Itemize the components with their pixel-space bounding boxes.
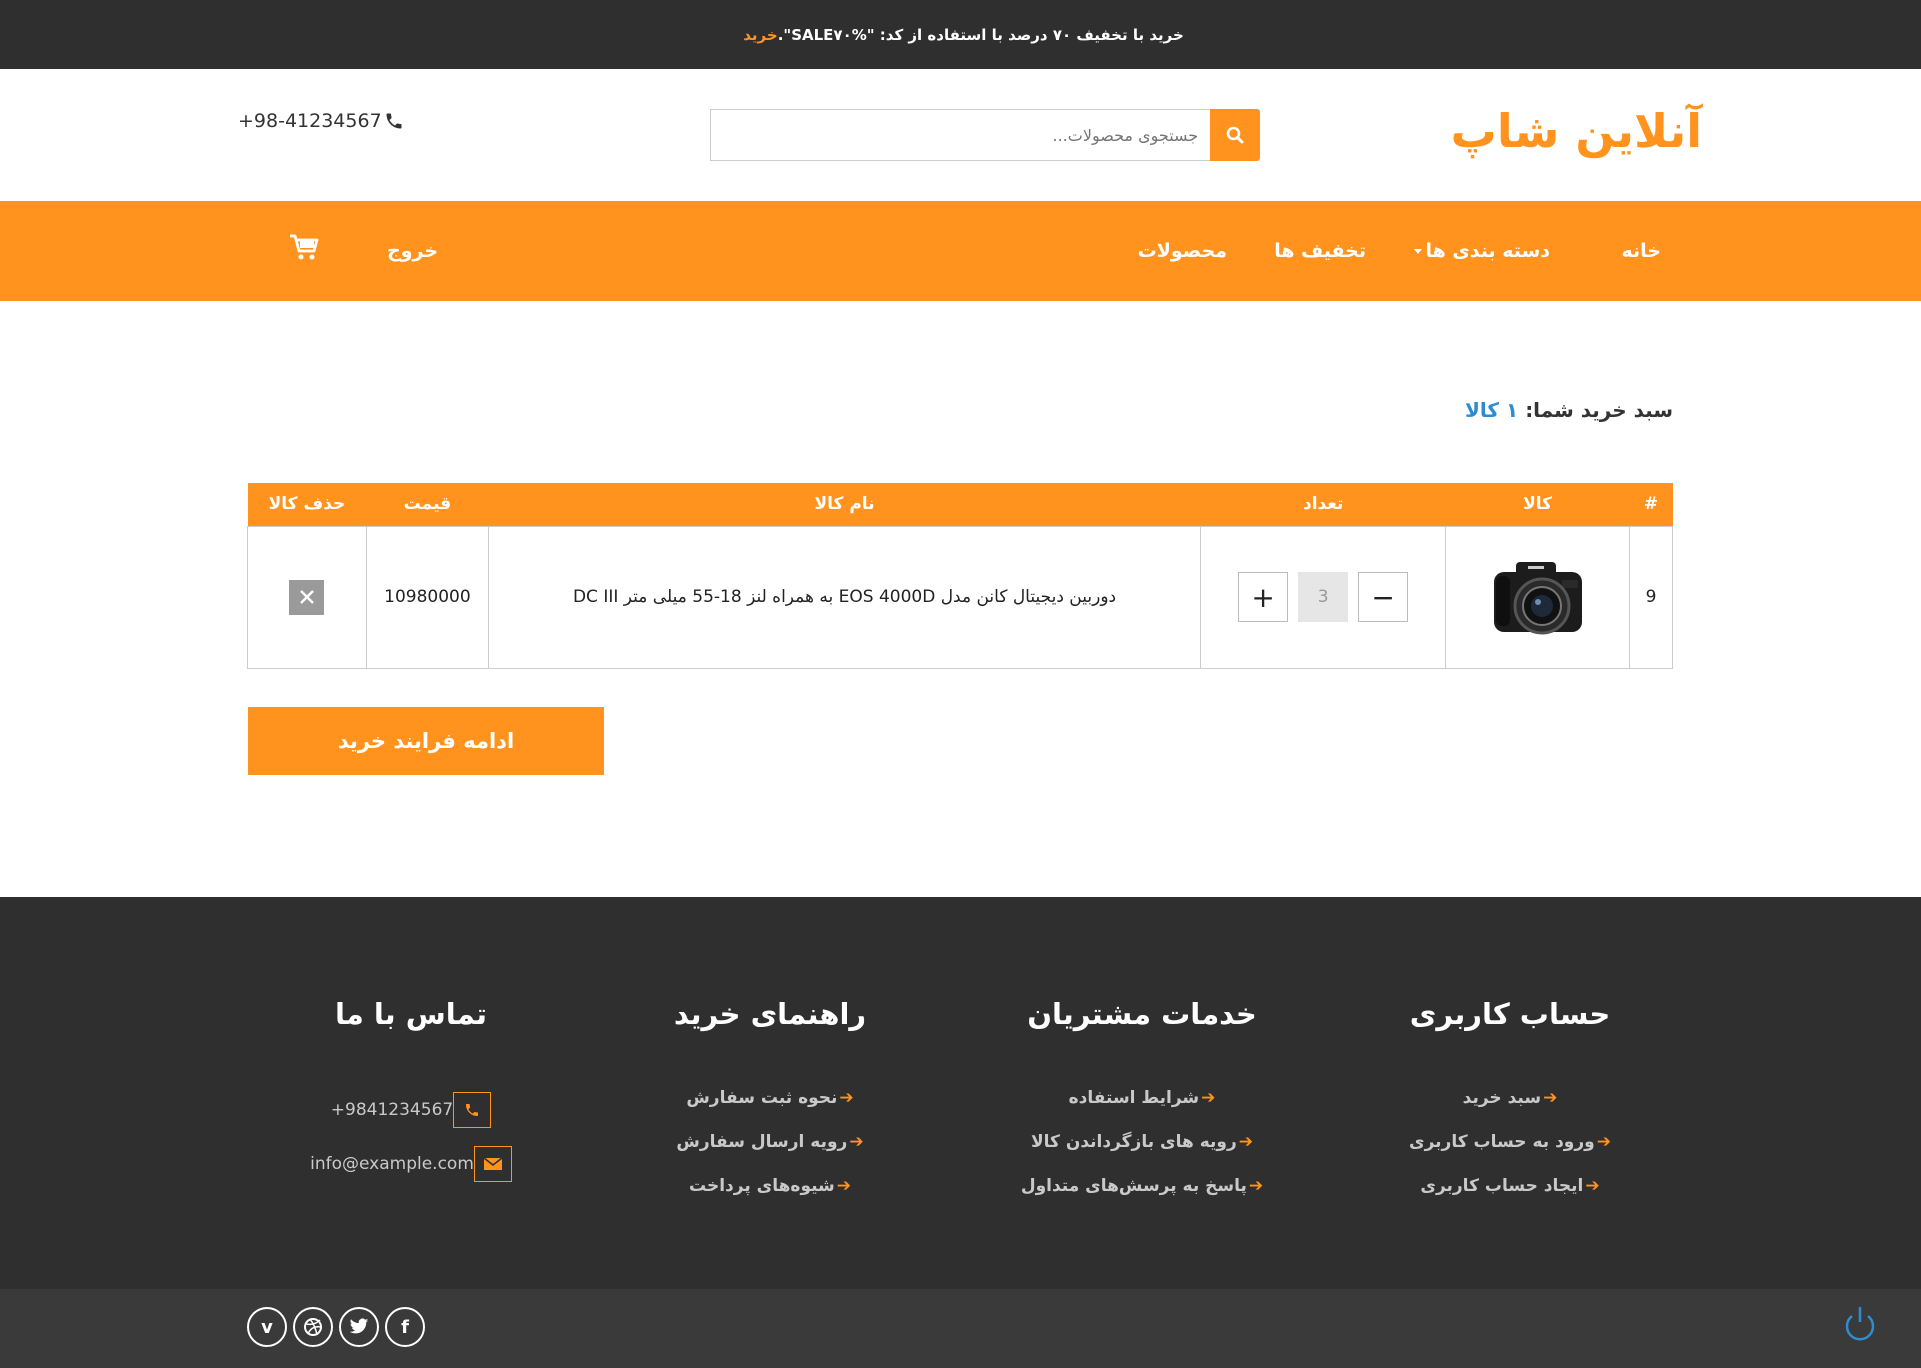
chevron-down-icon <box>1414 249 1423 254</box>
footer-link-label: شیوه‌های پرداخت <box>688 1176 835 1196</box>
product-name[interactable]: دوربین دیجیتال کانن مدل EOS 4000D به همر… <box>487 525 1202 669</box>
quantity-cell: + 3 − <box>1200 525 1447 669</box>
camera-product-image[interactable] <box>1490 554 1586 640</box>
cart-table-header: # کالا تعداد نام کالا قیمت حذف کالا <box>247 483 1673 526</box>
footer-contact-title: تماس با ما <box>334 997 488 1031</box>
site-header: آنلاین شاپ +98-41234567 <box>0 69 1921 201</box>
header-name: نام کالا <box>488 483 1201 526</box>
header-remove: حذف کالا <box>247 483 367 526</box>
footer-link-login[interactable]: ➔ورود به حساب کاربری <box>1330 1127 1690 1171</box>
plus-icon: + <box>1251 580 1275 614</box>
nav-products[interactable]: محصولات <box>1138 201 1227 301</box>
footer-link-payment[interactable]: ➔شیوه‌های پرداخت <box>590 1171 950 1215</box>
quantity-value[interactable]: 3 <box>1298 572 1349 622</box>
main-nav: خانه دسته بندی ها تخفیف ها محصولات خروج <box>0 201 1921 301</box>
footer-link-label: سبد خرید <box>1462 1088 1542 1108</box>
product-image-cell <box>1445 525 1631 669</box>
arrow-right-icon: ➔ <box>1585 1176 1600 1196</box>
footer-link-register[interactable]: ➔ایجاد حساب کاربری <box>1330 1171 1690 1215</box>
footer-link-label: نحوه ثبت سفارش <box>686 1088 838 1108</box>
footer-link-label: پاسخ به پرسش‌های متداول <box>1020 1176 1247 1196</box>
arrow-right-icon: ➔ <box>839 1088 854 1108</box>
facebook-icon[interactable]: f <box>385 1307 425 1347</box>
header-price: قیمت <box>366 483 489 526</box>
cart-icon[interactable] <box>288 232 320 262</box>
header-index: # <box>1629 483 1673 526</box>
envelope-icon <box>473 1146 512 1182</box>
footer-link-cart[interactable]: ➔سبد خرید <box>1330 1083 1690 1127</box>
nav-discounts[interactable]: تخفیف ها <box>1274 201 1366 301</box>
dribbble-icon[interactable] <box>293 1307 333 1347</box>
footer-phone-row: +9841234567 <box>231 1083 591 1137</box>
arrow-right-icon: ➔ <box>836 1176 852 1196</box>
arrow-right-icon: ➔ <box>849 1132 864 1152</box>
site-logo[interactable]: آنلاین شاپ <box>1451 104 1702 158</box>
footer-services: خدمات مشتریان ➔شرایط استفاده ➔رویه های ب… <box>962 997 1322 1215</box>
arrow-right-icon: ➔ <box>1238 1132 1253 1152</box>
header-product: کالا <box>1445 483 1630 526</box>
nav-logout[interactable]: خروج <box>387 201 438 301</box>
footer-email[interactable]: info@example.com <box>310 1154 474 1174</box>
social-links: v f <box>247 1307 425 1347</box>
phone-icon <box>453 1092 492 1128</box>
arrow-right-icon: ➔ <box>1596 1132 1611 1152</box>
site-footer: حساب کاربری ➔سبد خرید ➔ورود به حساب کارب… <box>0 897 1921 1289</box>
footer-services-title: خدمات مشتریان <box>1027 997 1257 1031</box>
promo-link[interactable]: خرید <box>743 26 777 44</box>
close-icon <box>300 590 314 604</box>
row-index: 9 <box>1629 525 1673 669</box>
cart-item-count: ۱ کالا <box>1465 398 1519 422</box>
nav-home[interactable]: خانه <box>1622 201 1661 301</box>
continue-checkout-button[interactable]: ادامه فرایند خرید <box>248 707 604 775</box>
vimeo-icon[interactable]: v <box>247 1307 287 1347</box>
quantity-stepper: + 3 − <box>1201 572 1445 622</box>
nav-categories-label: دسته بندی ها <box>1425 240 1550 262</box>
remove-item-button[interactable] <box>289 579 325 615</box>
twitter-icon[interactable] <box>339 1307 379 1347</box>
power-icon[interactable] <box>1843 1304 1877 1346</box>
minus-icon: − <box>1371 580 1395 614</box>
search-button[interactable] <box>1210 109 1260 161</box>
footer-account: حساب کاربری ➔سبد خرید ➔ورود به حساب کارب… <box>1330 997 1690 1215</box>
search-form <box>710 109 1260 161</box>
cart-table: # کالا تعداد نام کالا قیمت حذف کالا 9 + … <box>247 483 1673 669</box>
phone-icon <box>386 113 402 129</box>
footer-link-label: ورود به حساب کاربری <box>1409 1132 1595 1152</box>
footer-link-faq[interactable]: ➔پاسخ به پرسش‌های متداول <box>962 1171 1322 1215</box>
footer-link-shipping[interactable]: ➔رویه ارسال سفارش <box>590 1127 950 1171</box>
header-phone-number: +98-41234567 <box>238 110 382 132</box>
footer-link-label: ایجاد حساب کاربری <box>1420 1176 1584 1196</box>
increase-button[interactable]: + <box>1238 572 1289 622</box>
remove-cell <box>247 525 367 669</box>
arrow-right-icon: ➔ <box>1201 1088 1216 1108</box>
arrow-right-icon: ➔ <box>1543 1088 1558 1108</box>
search-icon <box>1226 126 1244 144</box>
footer-link-order-howto[interactable]: ➔نحوه ثبت سفارش <box>590 1083 950 1127</box>
table-row: 9 + 3 − دوربین دیجیتال کانن مدل EOS 4000… <box>247 525 1673 669</box>
header-phone: +98-41234567 <box>238 110 404 132</box>
footer-link-label: رویه های بازگرداندن کالا <box>1030 1132 1237 1152</box>
promo-text: خرید با تخفیف ۷۰ درصد با استفاده از کد: … <box>777 25 1184 44</box>
footer-link-returns[interactable]: ➔رویه های بازگرداندن کالا <box>962 1127 1322 1171</box>
footer-guide-title: راهنمای خرید <box>673 997 867 1031</box>
footer-link-terms[interactable]: ➔شرایط استفاده <box>962 1083 1322 1127</box>
promo-bar: خرید با تخفیف ۷۰ درصد با استفاده از کد: … <box>0 0 1921 69</box>
cart-title: سبد خرید شما: ۱ کالا <box>1465 398 1673 422</box>
product-price: 10980000 <box>365 525 489 669</box>
footer-contact: تماس با ما +9841234567 info@example.com <box>231 997 591 1191</box>
cart-title-label: سبد خرید شما: <box>1525 398 1673 422</box>
header-quantity: تعداد <box>1200 483 1446 526</box>
footer-link-label: رویه ارسال سفارش <box>676 1132 848 1152</box>
footer-account-title: حساب کاربری <box>1409 997 1611 1031</box>
search-input[interactable] <box>710 109 1211 161</box>
footer-guide: راهنمای خرید ➔نحوه ثبت سفارش ➔رویه ارسال… <box>590 997 950 1215</box>
footer-email-row: info@example.com <box>231 1137 591 1191</box>
nav-categories[interactable]: دسته بندی ها <box>1414 201 1550 301</box>
footer-bottom-bar: v f <box>0 1289 1921 1368</box>
decrease-button[interactable]: − <box>1358 572 1409 622</box>
footer-phone[interactable]: +9841234567 <box>331 1100 453 1120</box>
footer-link-label: شرایط استفاده <box>1068 1088 1200 1108</box>
arrow-right-icon: ➔ <box>1248 1176 1264 1196</box>
